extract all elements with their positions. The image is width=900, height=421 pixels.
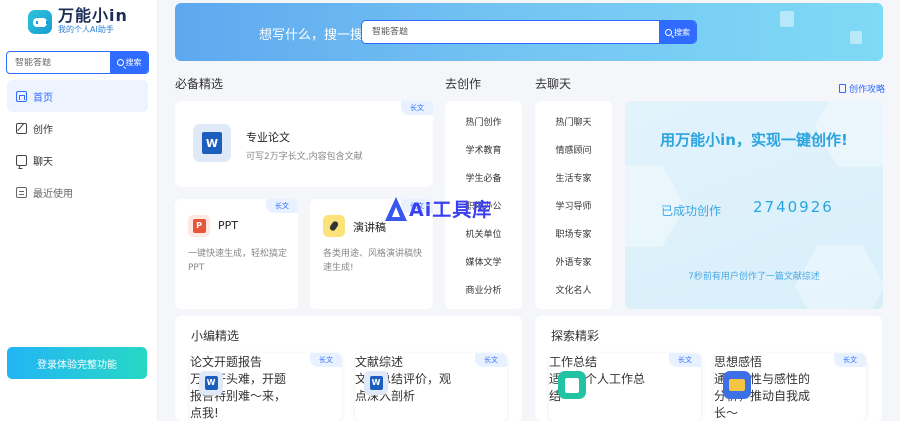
logo[interactable]: 万能小in 我的个人AI助手	[28, 8, 128, 35]
search-banner: 想写什么，搜一搜 搜索	[175, 3, 883, 61]
logo-subtitle: 我的个人AI助手	[58, 25, 114, 34]
chat-icon	[16, 154, 27, 166]
chat-category-item[interactable]: 文化名人	[535, 283, 612, 296]
pick-card-proposal[interactable]: 长文 W 论文开题报告 万事开头难，开题报告特别难～来，点我!	[190, 353, 342, 421]
chat-section-title: 去聊天	[535, 77, 572, 91]
create-section-title: 去创作	[445, 77, 482, 91]
chat-category-item[interactable]: 学习导师	[535, 199, 612, 212]
sidebar-nav: 首页 创作 聊天 最近使用	[7, 80, 148, 208]
editor-picks-panel: 小编精选 长文 W 论文开题报告 万事开头难，开题报告特别难～来，点我! 长文 …	[175, 316, 522, 421]
banner-search: 搜索	[361, 20, 697, 44]
featured-section-title: 必备精选	[175, 77, 224, 91]
promo-headline: 用万能小in，实现一键创作!	[660, 131, 848, 149]
card-desc: 一键快速生成，轻松搞定PPT	[188, 249, 288, 273]
create-category-item[interactable]: 商业分析	[445, 283, 522, 296]
banner-prompt: 想写什么，搜一搜	[259, 28, 364, 43]
document-icon	[839, 84, 846, 93]
card-title: 演讲稿	[353, 221, 386, 234]
word-doc-icon: W	[199, 371, 223, 395]
explore-title: 探索精彩	[551, 329, 600, 343]
logo-title: 万能小in	[58, 6, 128, 25]
longform-tag: 长文	[669, 353, 701, 367]
clipboard-icon	[558, 371, 586, 399]
banner-search-button[interactable]: 搜索	[659, 21, 696, 43]
longform-tag: 长文	[310, 353, 342, 367]
sidebar-search-input[interactable]	[7, 57, 110, 68]
explore-panel: 探索精彩 长文 工作总结 适用于个人工作总结 长文 思想感悟 通过理性与感性的分…	[535, 316, 882, 421]
sidebar-item-home[interactable]: 首页	[7, 80, 148, 112]
longform-tag: 长文	[475, 353, 507, 367]
microphone-icon	[323, 215, 345, 237]
card-desc: 可写2万字长文,内容包含文献	[246, 152, 363, 162]
robot-logo-icon	[28, 9, 52, 34]
editor-picks-title: 小编精选	[191, 329, 240, 343]
explore-card-reflection[interactable]: 长文 思想感悟 通过理性与感性的分析，推动自我成长～	[714, 353, 866, 421]
card-title: PPT	[218, 219, 238, 232]
chat-category-item[interactable]: 情感顾问	[535, 143, 612, 156]
document-decoration-icon	[780, 11, 794, 27]
promo-count: 2740926	[753, 198, 834, 216]
card-title: 专业论文	[246, 131, 290, 144]
sidebar-item-create[interactable]: 创作	[7, 112, 148, 144]
book-icon	[723, 371, 751, 399]
banner-search-input[interactable]	[362, 27, 659, 37]
card-desc: 各类用途、风格演讲稿快速生成!	[323, 249, 423, 273]
sidebar-item-chat[interactable]: 聊天	[7, 144, 148, 176]
longform-tag: 长文	[266, 199, 298, 213]
watermark-logo-icon	[385, 196, 407, 221]
chat-category-list: 热门聊天 情感顾问 生活专家 学习导师 职场专家 外语专家 文化名人	[535, 101, 612, 309]
chat-category-item[interactable]: 职场专家	[535, 227, 612, 240]
watermark-text: Ai工具库	[409, 199, 493, 221]
promo-recent-activity: 7秒前有用户创作了一篇文献综述	[688, 272, 820, 282]
edit-icon	[16, 122, 27, 134]
chat-category-item[interactable]: 外语专家	[535, 255, 612, 268]
create-category-item[interactable]: 机关单位	[445, 227, 522, 240]
word-doc-icon: W	[193, 124, 231, 162]
create-category-item[interactable]: 学术教育	[445, 143, 522, 156]
recent-icon	[16, 186, 27, 198]
document-decoration-icon	[850, 31, 862, 44]
search-icon	[665, 28, 672, 36]
sidebar-item-recent[interactable]: 最近使用	[7, 176, 148, 208]
chat-category-item[interactable]: 热门聊天	[535, 115, 612, 128]
sidebar-search-button[interactable]: 搜索	[110, 52, 148, 73]
pick-card-review[interactable]: 长文 W 文献综述 文献总结评价，观点深入剖析	[355, 353, 507, 421]
promo-panel: 用万能小in，实现一键创作! 已成功创作 2740926 7秒前有用户创作了一篇…	[625, 101, 883, 309]
longform-tag: 长文	[834, 353, 866, 367]
explore-card-work-summary[interactable]: 长文 工作总结 适用于个人工作总结	[549, 353, 701, 421]
chat-category-item[interactable]: 生活专家	[535, 171, 612, 184]
featured-card-ppt[interactable]: 长文 P PPT 一键快速生成，轻松搞定PPT	[175, 199, 298, 309]
create-category-item[interactable]: 学生必备	[445, 171, 522, 184]
sidebar-search: 搜索	[6, 51, 149, 74]
create-category-item[interactable]: 热门创作	[445, 115, 522, 128]
login-trial-button[interactable]: 登录体验完整功能	[7, 347, 147, 379]
longform-tag: 长文	[401, 101, 433, 115]
search-icon	[116, 59, 124, 66]
promo-count-label: 已成功创作	[661, 204, 722, 218]
ppt-icon: P	[188, 215, 210, 237]
watermark: Ai工具库	[385, 195, 492, 222]
sidebar: 万能小in 我的个人AI助手 搜索 首页 创作 聊天 最近使用 登录体验完整功能	[0, 0, 158, 421]
creation-guide-link[interactable]: 创作攻略	[839, 82, 885, 95]
home-icon	[16, 90, 27, 102]
featured-card-paper[interactable]: 长文 W 专业论文 可写2万字长文,内容包含文献	[175, 101, 433, 187]
create-category-item[interactable]: 媒体文学	[445, 255, 522, 268]
word-doc-icon: W	[364, 371, 388, 395]
